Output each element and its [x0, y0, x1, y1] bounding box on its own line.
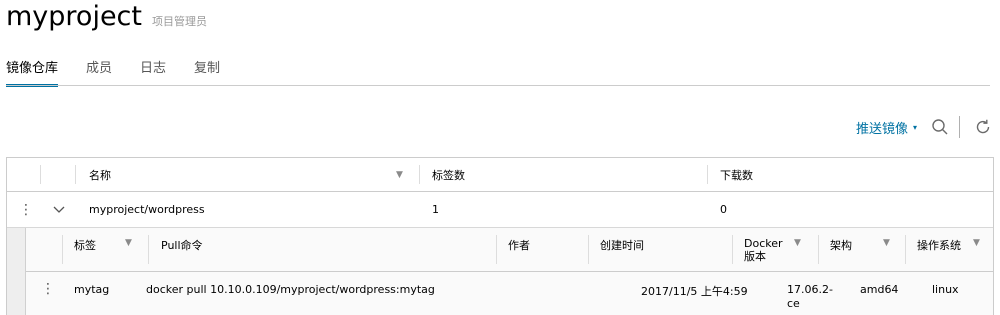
repo-download-count: 0	[720, 203, 727, 216]
column-header-os[interactable]: 操作系统	[917, 237, 961, 253]
column-header-downloads[interactable]: 下载数	[720, 158, 753, 191]
repository-datagrid: 名称 ▼ 标签数 下载数 ⋮ myproject/wordpress 1 0 标…	[6, 157, 994, 315]
column-divider	[75, 165, 76, 184]
column-divider	[905, 235, 906, 264]
tag-docker-version: 17.06.2-ce	[787, 283, 833, 310]
tag-os: linux	[932, 283, 959, 296]
column-header-tag[interactable]: 标签	[74, 237, 96, 253]
search-button[interactable]	[929, 116, 951, 138]
row-actions-icon[interactable]: ⋮	[41, 281, 55, 297]
filter-icon[interactable]: ▼	[883, 238, 890, 248]
filter-icon[interactable]: ▼	[125, 238, 132, 248]
column-divider	[148, 235, 149, 264]
filter-icon[interactable]: ▼	[396, 170, 403, 180]
tag-name[interactable]: mytag	[74, 283, 109, 296]
column-header-author[interactable]: 作者	[508, 237, 530, 253]
refresh-icon	[976, 119, 990, 134]
column-header-docker-version[interactable]: Docker 版本	[744, 237, 788, 263]
column-divider	[732, 235, 733, 264]
column-divider	[40, 165, 41, 184]
column-header-arch[interactable]: 架构	[830, 237, 852, 253]
tag-created-time: 2017/11/5 上午4:59	[641, 285, 748, 298]
refresh-button[interactable]	[972, 116, 994, 138]
toolbar-separator	[959, 116, 960, 138]
column-header-tags[interactable]: 标签数	[432, 158, 465, 191]
project-tabs: 镜像仓库 成员 日志 复制	[6, 58, 248, 87]
push-image-label: 推送镜像	[855, 121, 908, 137]
tab-replication[interactable]: 复制	[194, 58, 220, 86]
chevron-down-icon	[53, 206, 65, 213]
filter-icon[interactable]: ▼	[794, 238, 801, 248]
tab-members[interactable]: 成员	[86, 58, 112, 86]
column-header-name[interactable]: 名称	[89, 158, 111, 191]
column-header-pull-command[interactable]: Pull命令	[161, 237, 203, 253]
project-role: 项目管理员	[152, 15, 207, 28]
pull-command[interactable]: docker pull 10.10.0.109/myproject/wordpr…	[146, 283, 435, 296]
column-divider	[588, 235, 589, 264]
column-divider	[62, 235, 63, 264]
tag-grid-header: 标签 ▼ Pull命令 作者 创建时间 Docker 版本 ▼ 架构 ▼ 操作系…	[26, 228, 993, 272]
column-header-created[interactable]: 创建时间	[600, 237, 644, 253]
repository-grid-header: 名称 ▼ 标签数 下载数	[7, 158, 993, 192]
table-row[interactable]: ⋮ myproject/wordpress 1 0	[7, 192, 993, 228]
chevron-down-icon: ▾	[912, 122, 917, 132]
tag-arch: amd64	[860, 283, 899, 296]
tab-logs[interactable]: 日志	[140, 58, 166, 86]
column-divider	[818, 235, 819, 264]
project-title: myproject	[6, 1, 142, 32]
filter-icon[interactable]: ▼	[973, 238, 980, 248]
column-divider	[496, 235, 497, 264]
push-image-button[interactable]: 推送镜像 ▾	[856, 118, 917, 137]
toolbar: 推送镜像 ▾	[856, 114, 994, 140]
tag-detail-panel: 标签 ▼ Pull命令 作者 创建时间 Docker 版本 ▼ 架构 ▼ 操作系…	[7, 228, 993, 315]
tab-repositories[interactable]: 镜像仓库	[6, 58, 59, 87]
row-expand-button[interactable]	[53, 192, 65, 227]
page-header: myproject 项目管理员	[6, 0, 207, 34]
column-divider	[419, 165, 420, 184]
tag-row[interactable]: ⋮ mytag docker pull 10.10.0.109/myprojec…	[26, 272, 993, 315]
repo-tag-count: 1	[432, 203, 439, 216]
search-icon	[932, 119, 948, 135]
tabs-divider	[6, 85, 990, 86]
row-actions-icon[interactable]: ⋮	[19, 192, 33, 227]
column-divider	[707, 165, 708, 184]
repo-name[interactable]: myproject/wordpress	[89, 192, 205, 227]
tag-datagrid: 标签 ▼ Pull命令 作者 创建时间 Docker 版本 ▼ 架构 ▼ 操作系…	[25, 228, 993, 315]
